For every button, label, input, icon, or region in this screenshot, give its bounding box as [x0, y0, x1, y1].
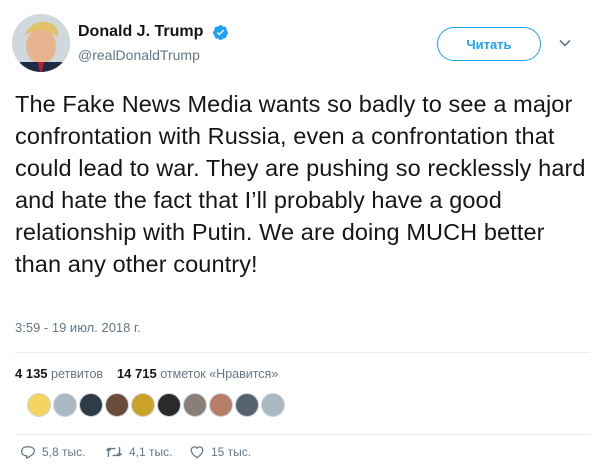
liker-avatar[interactable] — [261, 393, 285, 417]
like-count: 15 тыс. — [211, 445, 252, 459]
liker-avatar[interactable] — [27, 393, 51, 417]
likes-count: 14 715 — [116, 366, 157, 381]
liker-avatar[interactable] — [53, 393, 77, 417]
retweet-button[interactable]: 4,1 тыс. — [105, 445, 172, 459]
reply-icon — [20, 446, 36, 459]
author-handle[interactable]: @realDonaldTrump — [78, 47, 229, 63]
liker-avatar[interactable] — [157, 393, 181, 417]
follow-button[interactable]: Читать — [437, 27, 541, 61]
tweet-timestamp[interactable]: 3:59 - 19 июл. 2018 г. — [15, 320, 141, 335]
liker-avatar[interactable] — [131, 393, 155, 417]
divider-bottom — [15, 434, 590, 435]
liker-avatar[interactable] — [105, 393, 129, 417]
liker-avatar[interactable] — [183, 393, 207, 417]
author-info: Donald J. Trump @realDonaldTrump — [78, 23, 229, 63]
liker-avatar[interactable] — [209, 393, 233, 417]
author-avatar[interactable] — [12, 14, 70, 72]
tweet-stats: 4 135 ретвитов 14 715 отметок «Нравится» — [15, 366, 278, 381]
verified-badge-icon — [212, 24, 229, 41]
liker-avatar[interactable] — [235, 393, 259, 417]
retweet-stat[interactable]: 4 135 ретвитов — [15, 366, 107, 381]
divider-top — [15, 352, 590, 353]
author-display-name[interactable]: Donald J. Trump — [78, 23, 203, 41]
likes-label: отметок «Нравится» — [160, 367, 279, 381]
retweet-count: 4,1 тыс. — [129, 445, 173, 459]
tweet-text: The Fake News Media wants so badly to se… — [15, 91, 586, 277]
reply-button[interactable]: 5,8 тыс. — [20, 445, 85, 459]
retweets-label: ретвитов — [51, 367, 104, 381]
reply-count: 5,8 тыс. — [42, 445, 86, 459]
heart-icon — [190, 446, 204, 459]
like-button[interactable]: 15 тыс. — [189, 445, 251, 459]
tweet-card: Donald J. Trump @realDonaldTrump Читать … — [0, 0, 603, 474]
chevron-down-icon[interactable] — [558, 36, 572, 50]
liker-avatar[interactable] — [79, 393, 103, 417]
likes-stat[interactable]: 14 715 отметок «Нравится» — [116, 366, 279, 381]
retweets-count: 4 135 — [15, 366, 48, 381]
retweet-icon — [105, 447, 123, 457]
